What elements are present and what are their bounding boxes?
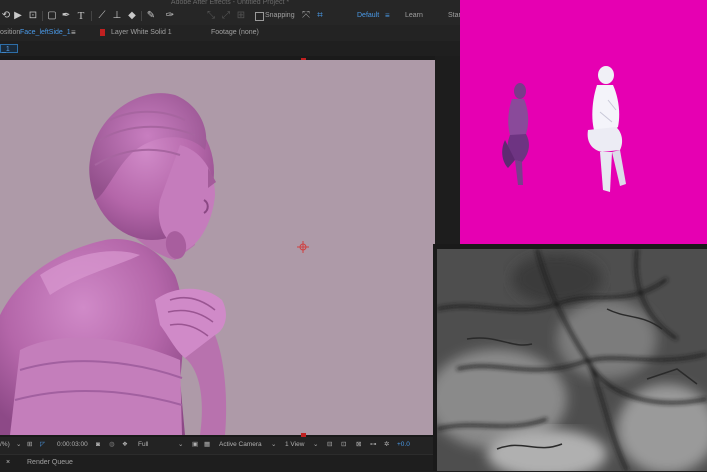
preview-panel-magenta <box>460 0 707 246</box>
layer-tab-label[interactable]: Layer White Solid 1 <box>111 28 172 38</box>
snapping-checkbox[interactable] <box>255 12 264 21</box>
snap-target-icon[interactable]: ⌗ <box>314 10 326 22</box>
exposure-value[interactable]: +0.0 <box>397 440 410 450</box>
brush-tool-icon[interactable]: ⟋ <box>96 10 108 22</box>
composition-navigator: _1 <box>0 41 460 56</box>
view-axis-icon[interactable]: ⊞ <box>235 10 247 22</box>
world-axis-icon[interactable]: ⤢ <box>220 10 232 22</box>
type-tool-icon[interactable]: T <box>75 10 87 22</box>
workspace-learn[interactable]: Learn <box>405 11 423 21</box>
eraser-tool-icon[interactable]: ◆ <box>126 10 138 22</box>
workspace-standard[interactable]: Star <box>448 11 461 21</box>
layer-color-swatch <box>100 29 105 36</box>
camera-arrow-icon: ⌄ <box>271 441 277 448</box>
resolution-dropdown[interactable]: Full <box>138 440 148 450</box>
fast-previews-icon[interactable]: ⊡ <box>341 440 346 450</box>
render-queue-bar: × Render Queue <box>0 454 435 472</box>
roto-brush-tool-icon[interactable]: ✎ <box>145 10 157 22</box>
pan-behind-tool-icon[interactable]: ⊡ <box>27 10 39 22</box>
camera-tool-icon[interactable]: ▶ <box>12 10 24 22</box>
workspace-default[interactable]: Default <box>357 11 379 21</box>
puppet-pin-tool-icon[interactable]: ✑ <box>164 10 176 22</box>
composition-tab-prefix[interactable]: osition <box>0 28 20 38</box>
render-queue-close-icon[interactable]: × <box>6 458 10 468</box>
anchor-point-icon <box>297 241 309 253</box>
viewer-footer: /%) ⌄ ⊞ ◸ 0:00:03:00 ◙ ◍ ❖ Full ⌄ ▣ ▦ Ac… <box>0 437 435 454</box>
region-of-interest-icon[interactable]: ▣ <box>192 440 198 450</box>
snap-options-icon[interactable]: ⤧ <box>300 10 312 22</box>
rectangle-tool-icon[interactable]: ▢ <box>46 10 58 22</box>
composition-viewer[interactable] <box>0 60 435 435</box>
mask-visibility-icon[interactable]: ◸ <box>40 440 45 450</box>
pen-tool-icon[interactable]: ✒ <box>60 10 72 22</box>
composition-flow-chip[interactable]: _1 <box>0 44 18 53</box>
view-layout-arrow-icon: ⌄ <box>313 441 319 448</box>
composition-tab-name[interactable]: Face_leftSide_1 <box>20 28 71 38</box>
snapping-label: Snapping <box>265 12 295 19</box>
camera-dropdown[interactable]: Active Camera <box>219 440 262 450</box>
dropdown-arrow-icon: ⌄ <box>16 441 22 448</box>
reset-exposure-icon[interactable]: ✲ <box>384 440 389 450</box>
grid-toggle-icon[interactable]: ⊞ <box>27 440 32 450</box>
snapshot-camera-icon[interactable]: ◙ <box>96 440 100 450</box>
bw-footage-viewer[interactable] <box>437 249 707 471</box>
local-axis-icon[interactable]: ⤡ <box>205 10 217 22</box>
statue-render <box>0 93 309 435</box>
orbit-tool-icon[interactable]: ⟲ <box>0 10 12 22</box>
statue-white <box>587 66 626 192</box>
clone-stamp-tool-icon[interactable]: ⊥ <box>111 10 123 22</box>
channel-rgb-icon[interactable]: ❖ <box>122 440 128 450</box>
footage-tab-label[interactable]: Footage (none) <box>211 28 259 38</box>
view-layout-dropdown[interactable]: 1 View <box>285 440 304 450</box>
bw-tree-shadows <box>437 249 707 471</box>
transparency-grid-icon[interactable]: ▦ <box>204 440 210 450</box>
flowchart-icon[interactable]: ⊶ <box>370 440 377 450</box>
window-title: Adobe After Effects - Untitled Project * <box>170 0 290 6</box>
show-snapshot-icon[interactable]: ◍ <box>109 440 115 450</box>
workspace-menu-icon[interactable]: ≡ <box>385 11 390 21</box>
timecode-display[interactable]: 0:00:03:00 <box>57 440 88 450</box>
statue-purple <box>502 83 529 185</box>
tab-menu-icon[interactable]: ≡ <box>71 28 76 38</box>
zoom-dropdown[interactable]: /%) <box>0 440 10 450</box>
render-queue-tab[interactable]: Render Queue <box>27 458 73 468</box>
statue-figures <box>502 66 626 192</box>
resolution-arrow-icon: ⌄ <box>178 441 184 448</box>
toggle-pixel-aspect-icon[interactable]: ⊟ <box>327 440 332 450</box>
timeline-icon[interactable]: ⊠ <box>356 440 361 450</box>
